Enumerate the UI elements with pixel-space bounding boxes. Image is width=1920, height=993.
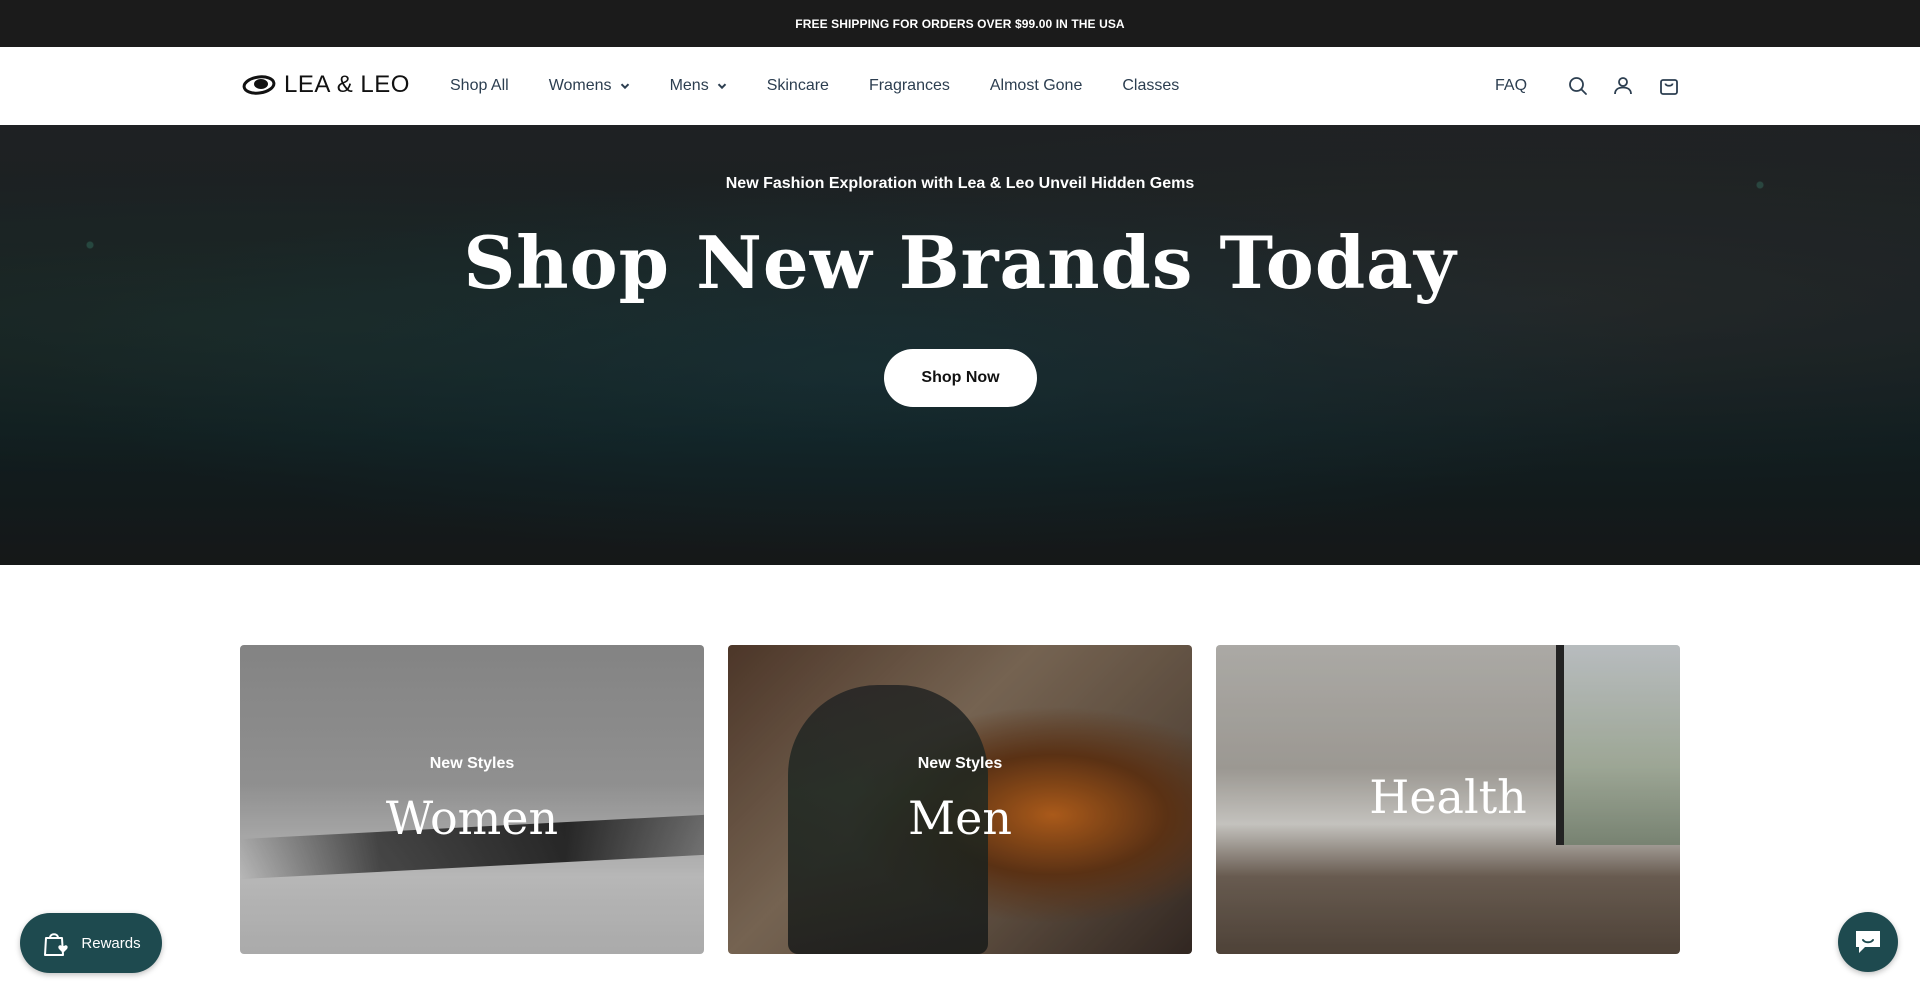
- card-subtitle: New Styles: [429, 755, 515, 772]
- nav-skincare[interactable]: Skincare: [767, 77, 829, 95]
- card-title: Men: [908, 791, 1012, 845]
- chevron-down-icon: [620, 83, 629, 90]
- collection-card-women[interactable]: New Styles Women: [240, 645, 704, 954]
- collection-card-men[interactable]: New Styles Men: [728, 645, 1192, 954]
- main-nav: Shop All Womens Mens Skincare Fragrances…: [450, 47, 1179, 125]
- logo-eye-icon: [242, 75, 276, 95]
- site-header: LEA & LEO Shop All Womens Mens Skincare …: [0, 47, 1920, 125]
- nav-classes[interactable]: Classes: [1122, 77, 1179, 95]
- chat-button[interactable]: [1838, 912, 1898, 972]
- collection-card-health[interactable]: Health: [1216, 645, 1680, 954]
- search-icon[interactable]: [1566, 74, 1590, 98]
- nav-mens[interactable]: Mens: [670, 77, 727, 95]
- cart-icon[interactable]: [1657, 74, 1681, 98]
- account-icon[interactable]: [1611, 74, 1635, 98]
- logo-text: LEA & LEO: [284, 71, 410, 98]
- nav-label: Fragrances: [868, 77, 950, 94]
- chat-icon: [1856, 931, 1880, 953]
- rewards-label: Rewards: [81, 934, 141, 952]
- rewards-button[interactable]: Rewards: [20, 913, 162, 973]
- nav-label: Classes: [1122, 77, 1180, 94]
- nav-shop-all[interactable]: Shop All: [450, 77, 509, 95]
- hero-subtitle: New Fashion Exploration with Lea & Leo U…: [725, 175, 1195, 192]
- nav-almost-gone[interactable]: Almost Gone: [990, 77, 1082, 95]
- shop-now-button[interactable]: Shop Now: [884, 349, 1037, 407]
- nav-label: Mens: [669, 77, 709, 94]
- announcement-text: FREE SHIPPING FOR ORDERS OVER $99.00 IN …: [795, 16, 1125, 31]
- hero-title: Shop New Brands Today: [463, 220, 1457, 305]
- nav-label: Almost Gone: [989, 77, 1083, 94]
- card-title: Health: [1369, 770, 1527, 824]
- announcement-bar: FREE SHIPPING FOR ORDERS OVER $99.00 IN …: [0, 0, 1920, 47]
- card-title: Women: [385, 791, 559, 845]
- hero-banner: New Fashion Exploration with Lea & Leo U…: [0, 125, 1920, 565]
- nav-womens[interactable]: Womens: [549, 77, 630, 95]
- nav-label: Shop All: [450, 77, 509, 94]
- faq-link[interactable]: FAQ: [1495, 47, 1527, 125]
- shopping-bag-heart-icon: [44, 933, 69, 956]
- logo[interactable]: LEA & LEO: [242, 71, 410, 99]
- nav-label: Skincare: [766, 77, 829, 94]
- nav-fragrances[interactable]: Fragrances: [869, 77, 950, 95]
- card-subtitle: New Styles: [917, 755, 1003, 772]
- chevron-down-icon: [717, 83, 726, 90]
- nav-label: Womens: [548, 77, 612, 94]
